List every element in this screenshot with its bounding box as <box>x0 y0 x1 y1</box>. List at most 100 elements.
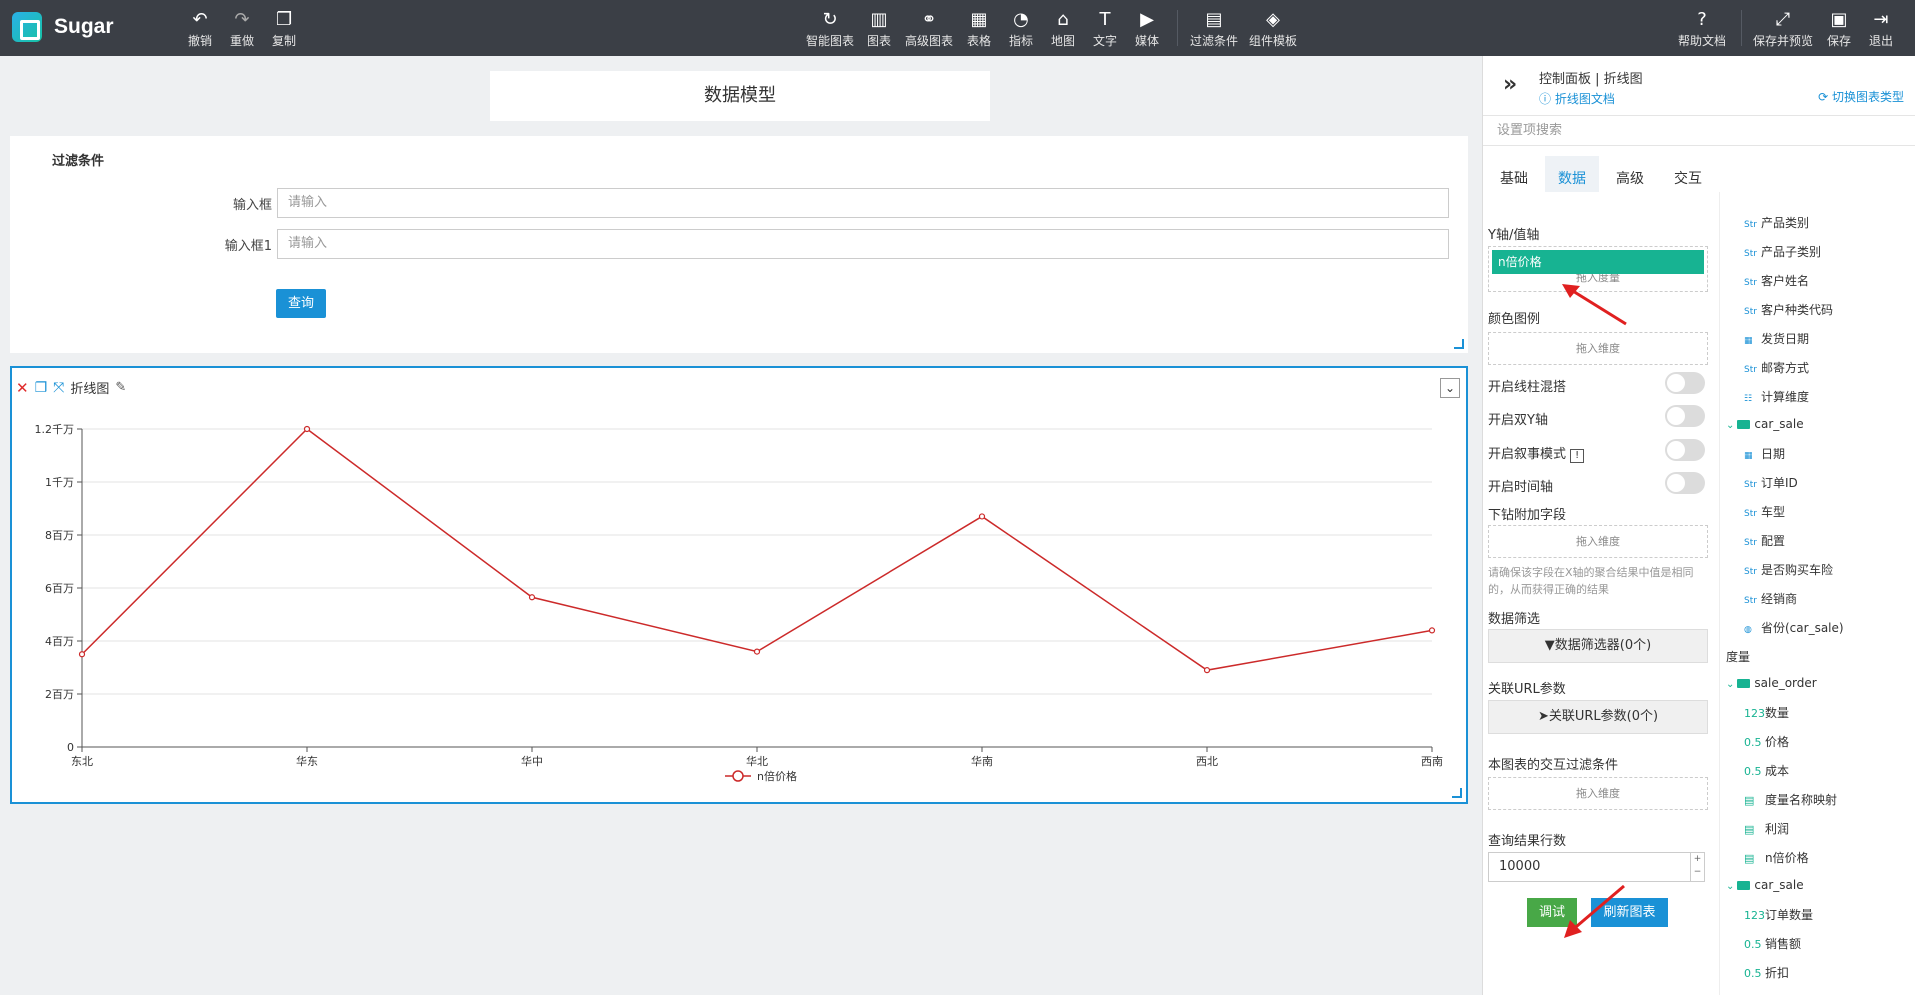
dimension-field[interactable]: Str 产品子类别 <box>1744 243 1821 260</box>
y-axis-field-tag[interactable]: n倍价格 <box>1492 250 1704 274</box>
exit-button[interactable]: ⇥ 退出 <box>1869 8 1893 49</box>
smart-chart-button[interactable]: ↻ 智能图表 <box>806 8 854 49</box>
chart-button[interactable]: ▥ 图表 <box>867 8 891 49</box>
resize-handle[interactable] <box>1454 339 1464 349</box>
url-param-button[interactable]: ➤关联URL参数(0个) <box>1488 700 1708 734</box>
data-filter-button[interactable]: ▼数据筛选器(0个) <box>1488 629 1708 663</box>
dimension-field[interactable]: Str 是否购买车险 <box>1744 561 1833 578</box>
field-name: 客户种类代码 <box>1761 303 1834 317</box>
drill-field-label: 下钻附加字段 <box>1488 508 1567 523</box>
dimension-field[interactable]: ▦ 发货日期 <box>1744 330 1809 347</box>
dimension-field[interactable]: Str 邮寄方式 <box>1744 359 1809 376</box>
x-tick-label: 西北 <box>1196 755 1218 768</box>
smart-chart-label: 智能图表 <box>806 34 855 48</box>
switch-chart-type-link[interactable]: ⟳ 切换图表类型 <box>1818 88 1904 105</box>
send-icon: ➤ <box>1537 709 1549 724</box>
field-type-icon: Str <box>1744 307 1757 317</box>
tab-advanced[interactable]: 高级 <box>1603 156 1657 192</box>
advanced-chart-button[interactable]: ⚭ 高级图表 <box>905 8 953 49</box>
measure-field[interactable]: 0.5 价格 <box>1744 733 1789 750</box>
text-button[interactable]: T 文字 <box>1093 8 1117 49</box>
drill-dropzone[interactable]: 拖入维度 <box>1488 525 1708 558</box>
line-chart-widget[interactable]: ✕ ❐ ⤧ 折线图 ✎ ⌄ 0 2百万 4百万 6百万 8百万 1千万 1.2千万 东北 华东华… <box>10 366 1468 804</box>
measure-field[interactable]: ▤ 度量名称映射 <box>1744 791 1837 808</box>
color-legend-dropzone[interactable]: 拖入维度 <box>1488 332 1708 365</box>
field-name: 订单ID <box>1761 476 1798 490</box>
measure-field[interactable]: 0.5 销售额 <box>1744 935 1801 952</box>
component-template-button[interactable]: ◈ 组件模板 <box>1249 8 1297 49</box>
interaction-filter-dropzone[interactable]: 拖入维度 <box>1488 777 1708 810</box>
table-button[interactable]: ▦ 表格 <box>967 8 991 49</box>
toggle-timeline[interactable] <box>1665 472 1705 494</box>
map-button[interactable]: ⌂ 地图 <box>1051 8 1075 49</box>
filter-widget[interactable]: 过滤条件 输入框 请输入 输入框1 请输入 查询 <box>10 136 1468 353</box>
filter-input-1[interactable]: 请输入 <box>277 229 1449 259</box>
field-type-icon: Str <box>1744 365 1757 375</box>
info-icon[interactable]: ! <box>1570 449 1585 463</box>
save-preview-button[interactable]: ⤢ 保存并预览 <box>1753 8 1813 49</box>
redo-icon: ↷ <box>234 9 250 30</box>
media-button[interactable]: ▶ 媒体 <box>1135 8 1159 49</box>
indicator-button[interactable]: ◔ 指标 <box>1009 8 1033 49</box>
doc-link-label: 折线图文档 <box>1554 92 1615 106</box>
number-stepper[interactable]: + − <box>1690 853 1704 881</box>
undo-button[interactable]: ↶ 撤销 <box>188 8 212 49</box>
measure-field[interactable]: 123订单数量 <box>1744 906 1813 923</box>
dimension-field[interactable]: ☷ 计算维度 <box>1744 388 1809 405</box>
undo-icon: ↶ <box>192 9 208 30</box>
resize-handle[interactable] <box>1452 788 1462 798</box>
toggle-story[interactable] <box>1665 439 1705 461</box>
chevron-down-icon: ⌄ <box>1726 881 1735 892</box>
measure-field[interactable]: 123数量 <box>1744 704 1789 721</box>
field-group[interactable]: ⌄ sale_order <box>1726 676 1817 690</box>
query-rows-input[interactable]: 10000 + − <box>1488 852 1705 882</box>
data-filter-label: 数据筛选 <box>1488 612 1541 627</box>
switch-link-label: 切换图表类型 <box>1831 90 1904 104</box>
copy-button[interactable]: ❐ 复制 <box>272 8 296 49</box>
data-model-title[interactable]: 数据模型 <box>490 71 990 121</box>
tab-interaction[interactable]: 交互 <box>1661 156 1715 192</box>
filter-condition-button[interactable]: ▤ 过滤条件 <box>1190 8 1238 49</box>
filter-input[interactable]: 请输入 <box>277 188 1449 218</box>
help-doc-label: 帮助文档 <box>1678 34 1727 48</box>
copy-label: 复制 <box>272 34 297 48</box>
component-template-label: 组件模板 <box>1249 34 1298 48</box>
tab-basic[interactable]: 基础 <box>1487 156 1541 192</box>
measure-field[interactable]: ▤ n倍价格 <box>1744 849 1809 866</box>
field-name: 客户姓名 <box>1761 274 1810 288</box>
measure-field[interactable]: 0.5 成本 <box>1744 762 1789 779</box>
dimension-field[interactable]: Str 客户种类代码 <box>1744 301 1833 318</box>
app-logo: Sugar <box>12 12 114 42</box>
query-button[interactable]: 查询 <box>276 289 326 318</box>
redo-button[interactable]: ↷ 重做 <box>230 8 254 49</box>
gauge-icon: ◔ <box>1013 9 1029 30</box>
field-group[interactable]: ⌄ car_sale <box>1726 417 1804 431</box>
help-doc-button[interactable]: ? 帮助文档 <box>1678 8 1726 49</box>
dimension-field[interactable]: Str 产品类别 <box>1744 214 1809 231</box>
exit-icon: ⇥ <box>1873 9 1889 30</box>
dimension-field[interactable]: Str 配置 <box>1744 532 1785 549</box>
dimension-field[interactable]: ◍ 省份(car_sale) <box>1744 619 1844 636</box>
settings-search-input[interactable]: 设置项搜索 <box>1483 116 1915 146</box>
field-group[interactable]: ⌄ car_sale <box>1726 878 1804 892</box>
collapse-panel-icon[interactable]: » <box>1503 72 1517 97</box>
toggle-line-bar[interactable] <box>1665 372 1705 394</box>
tab-data[interactable]: 数据 <box>1545 156 1599 192</box>
measure-field[interactable]: ▤ 利润 <box>1744 820 1789 837</box>
field-name: 日期 <box>1761 447 1786 461</box>
top-toolbar: Sugar ↶ 撤销 ↷ 重做 ❐ 复制 ↻ 智能图表 ▥ 图表 ⚭ 高级图表 ▦ 表格 ◔ 指… <box>0 0 1915 56</box>
data-point <box>978 513 986 520</box>
toggle-dual-y[interactable] <box>1665 405 1705 427</box>
dimension-field[interactable]: ▦ 日期 <box>1744 445 1785 462</box>
dimension-field[interactable]: Str 经销商 <box>1744 590 1797 607</box>
dimension-field[interactable]: Str 车型 <box>1744 503 1785 520</box>
measure-field[interactable]: 0.5 折扣 <box>1744 964 1789 981</box>
dimension-field[interactable]: Str 客户姓名 <box>1744 272 1809 289</box>
field-type-icon: Str <box>1744 220 1757 230</box>
dimension-field[interactable]: Str 订单ID <box>1744 474 1798 491</box>
toggle-story-text: 开启叙事模式 <box>1488 447 1567 462</box>
field-type-icon: ◍ <box>1744 625 1752 635</box>
save-button[interactable]: ▣ 保存 <box>1827 8 1851 49</box>
url-param-label: 关联URL参数 <box>1488 682 1566 697</box>
line-chart-doc-link[interactable]: ⓘ 折线图文档 <box>1539 90 1615 107</box>
